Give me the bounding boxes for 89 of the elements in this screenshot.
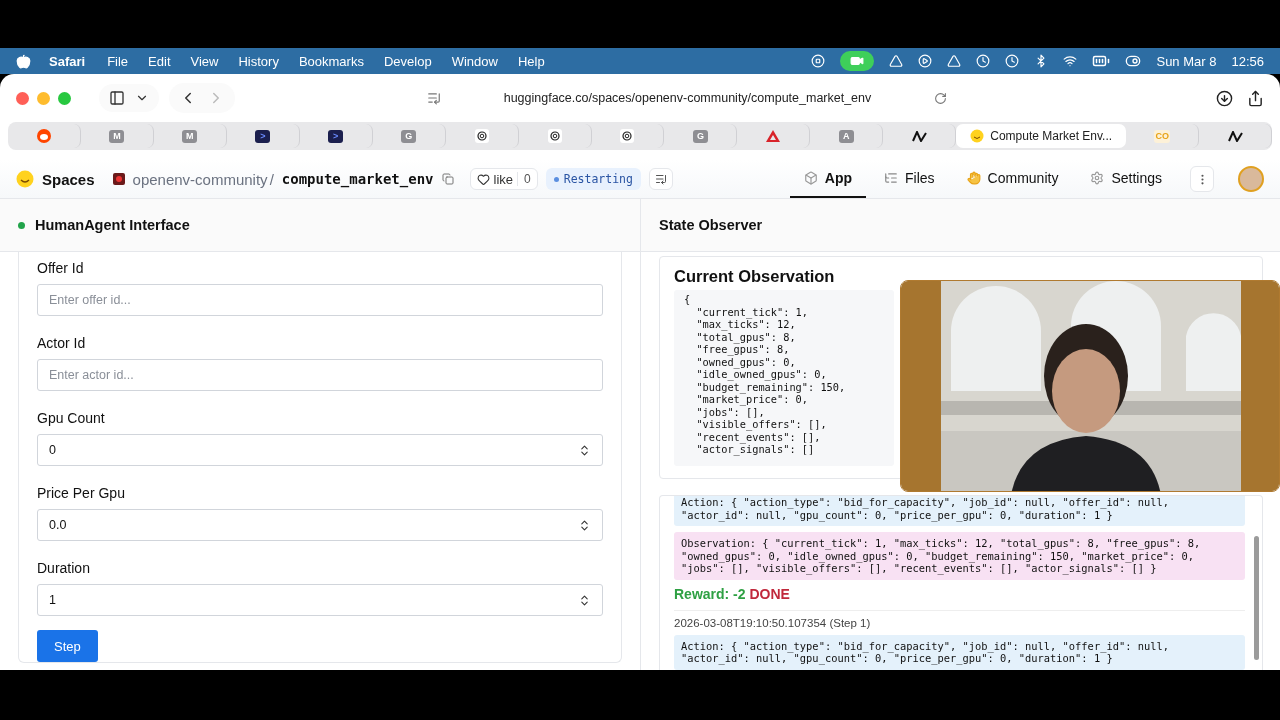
menu-item[interactable]: File <box>107 53 129 69</box>
hand-icon <box>966 171 981 185</box>
files-icon <box>884 171 899 185</box>
favicon-icon: M <box>182 129 198 143</box>
step-button[interactable]: Step <box>37 630 98 662</box>
smiley-icon <box>16 170 34 188</box>
stepper-icon[interactable] <box>578 443 591 457</box>
favicon-icon: M <box>109 129 125 143</box>
browser-tab[interactable]: G <box>664 124 738 148</box>
action-entry: Action: { "action_type": "bid_for_capacity", "job_id": null, "offer_id": null, "actor_id": null, "gpu_count": 0, "price_per_gpu": 0, "duration": 1 } <box>674 634 1245 670</box>
nav-tab[interactable]: Community <box>952 160 1073 198</box>
sidebar-icon[interactable] <box>109 90 125 106</box>
field-label: Price Per Gpu <box>37 485 126 501</box>
share-icon[interactable] <box>1247 89 1264 107</box>
browser-tab[interactable]: M <box>80 124 154 148</box>
browser-tab[interactable]: A <box>810 124 884 148</box>
code-block: { "current_tick": 1, "max_ticks": 12, "total_gpus": 8, "free_gpus": 8, "owned_gpus": 0, "idle_owned_gpus": 0, "budget_remaining": 150, "market_price": 0, "jobs": [], "visible_offers": [], "recent_events": [], "actor_signals": [] <box>674 290 894 466</box>
menu-item[interactable]: Bookmarks <box>298 53 364 69</box>
stop-icon[interactable] <box>811 54 826 68</box>
zigzag-icon <box>911 130 927 142</box>
status-dot <box>18 221 25 229</box>
menu-item[interactable]: Window <box>451 53 498 69</box>
panel-title: State Observer <box>659 217 763 233</box>
reader-icon[interactable] <box>427 91 441 105</box>
stepper-icon[interactable] <box>578 593 591 607</box>
clock-icon[interactable] <box>976 54 991 68</box>
logs-button[interactable] <box>648 168 673 190</box>
org-icon <box>112 173 125 185</box>
nav-tab[interactable]: Files <box>870 160 949 198</box>
reward-text: Reward: -2 DONE <box>674 585 1245 611</box>
owner-link[interactable]: openenv-community <box>132 170 268 188</box>
text-field[interactable]: Enter actor id... <box>37 359 603 391</box>
favicon-icon: CO <box>1154 129 1170 143</box>
path-separator: / <box>269 170 274 188</box>
list-icon <box>654 173 667 185</box>
prompt-icon: > <box>328 129 344 143</box>
field-label: Offer Id <box>37 260 85 276</box>
observation-entry: Observation: { "current_tick": 1, "max_ticks": 12, "total_gpus": 8, "free_gpus": 8, "owned_gpus": 0, "idle_owned_gpus": 0, "budget_remaining": 150, "market_price": 0, "jobs": [], "visible_offers": [], "recent_events": [], "actor_signals": [] } <box>674 532 1245 580</box>
number-field[interactable]: 0.0 <box>37 509 603 541</box>
download-icon[interactable] <box>1216 89 1233 107</box>
like-button[interactable]: like 0 <box>469 168 538 190</box>
apple-icon[interactable] <box>16 53 31 69</box>
smiley-icon <box>970 129 985 143</box>
reload-icon[interactable] <box>934 91 947 105</box>
triangle-icon <box>766 129 781 143</box>
number-field[interactable]: 1 <box>37 584 603 616</box>
menu-clock[interactable]: 12:56 <box>1231 53 1264 69</box>
number-field[interactable]: 0 <box>37 434 603 466</box>
favicon-icon: A <box>838 129 854 143</box>
heart-icon <box>476 172 490 186</box>
close-button[interactable] <box>16 91 29 105</box>
menu-date[interactable]: Sun Mar 8 <box>1156 53 1217 69</box>
field-label: Actor Id <box>37 335 87 351</box>
menu-item[interactable]: Develop <box>383 53 432 69</box>
copy-icon[interactable] <box>441 173 454 185</box>
control-center-icon[interactable] <box>1125 53 1142 69</box>
observation-title: Current Observation <box>674 267 836 286</box>
stepper-icon[interactable] <box>578 518 591 532</box>
panel-title: HumanAgent Interface <box>35 217 190 233</box>
app-menu[interactable]: Safari <box>49 53 86 69</box>
favicon-icon: G <box>692 129 708 143</box>
settings-icon <box>1090 171 1105 185</box>
menu-item[interactable]: Help <box>517 53 545 69</box>
field-label: Gpu Count <box>37 410 106 426</box>
prompt-icon: > <box>255 129 271 143</box>
field-label: Duration <box>37 560 91 576</box>
action-entry: Action: { "action_type": "bid_for_capacity", "job_id": null, "offer_id": null, "actor_id": null, "gpu_count": 0, "price_per_gpu": 0, "duration": 1 } <box>674 496 1245 526</box>
camera-indicator[interactable] <box>840 51 875 71</box>
zigzag-icon <box>1227 130 1243 142</box>
text-field[interactable]: Enter offer id... <box>37 284 603 316</box>
triangle-icon[interactable] <box>947 54 962 68</box>
spaces-link[interactable]: Spaces <box>42 170 95 188</box>
nav-tab[interactable]: Settings <box>1076 160 1176 198</box>
repo-name[interactable]: compute_market_env <box>281 171 434 187</box>
browser-tab[interactable]: M <box>153 124 227 148</box>
status-badge: Restarting <box>545 168 641 190</box>
browser-tab[interactable]: > <box>226 124 300 148</box>
timer-icon[interactable] <box>1005 54 1020 68</box>
menu-item[interactable]: History <box>238 53 279 69</box>
timestamp: 2026-03-08T19:10:50.107354 (Step 1) <box>674 616 872 629</box>
browser-tab[interactable]: > <box>299 124 373 148</box>
browser-tab[interactable]: G <box>372 124 446 148</box>
wifi-icon[interactable] <box>1063 54 1078 68</box>
favicon-icon: G <box>401 129 417 143</box>
cube-icon <box>803 171 818 185</box>
menu-item[interactable]: View <box>190 53 219 69</box>
browser-tab[interactable]: Compute Market Env... <box>956 124 1127 148</box>
menu-item[interactable]: Edit <box>148 53 171 69</box>
play-icon[interactable] <box>918 54 933 68</box>
